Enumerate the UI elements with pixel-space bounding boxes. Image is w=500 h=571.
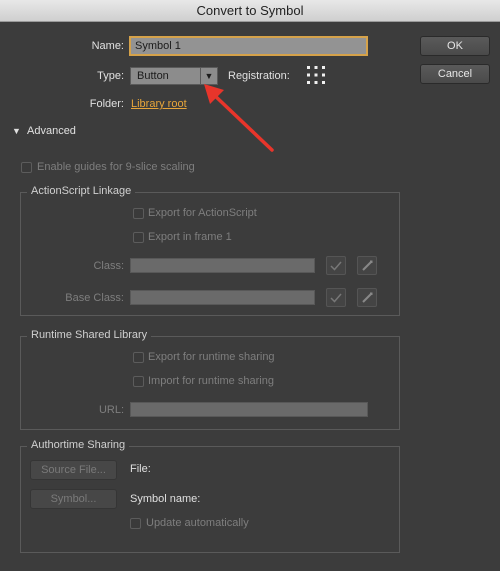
type-select-value: Button (137, 70, 169, 82)
export-actionscript-checkbox[interactable] (133, 208, 144, 219)
url-input[interactable] (130, 402, 368, 417)
base-class-input[interactable] (130, 290, 315, 305)
url-label: URL: (98, 404, 124, 416)
registration-grid[interactable] (306, 65, 326, 85)
class-edit-button[interactable] (357, 256, 377, 275)
type-label: Type: (97, 70, 124, 82)
base-class-label: Base Class: (65, 292, 124, 304)
actionscript-linkage-title: ActionScript Linkage (27, 185, 136, 197)
check-icon (330, 293, 342, 303)
update-automatically-label: Update automatically (146, 517, 249, 529)
export-frame1-checkbox[interactable] (133, 232, 144, 243)
nine-slice-label: Enable guides for 9-slice scaling (37, 161, 195, 173)
convert-to-symbol-dialog: Name: Symbol 1 Type: Button ▼ Registrati… (0, 22, 500, 571)
export-frame1-label: Export in frame 1 (148, 231, 232, 243)
symbol-name-label: Symbol name: (130, 493, 201, 505)
check-icon (330, 261, 342, 271)
update-automatically-checkbox[interactable] (130, 518, 141, 529)
pencil-icon (362, 292, 373, 303)
advanced-label: Advanced (27, 125, 76, 137)
runtime-shared-library-title: Runtime Shared Library (27, 329, 152, 341)
red-arrow-annotation (204, 84, 274, 152)
export-actionscript-label: Export for ActionScript (148, 207, 257, 219)
registration-grid-icon (307, 66, 325, 84)
ok-button[interactable]: OK (420, 36, 490, 56)
pencil-icon (362, 260, 373, 271)
folder-label: Folder: (89, 98, 124, 110)
class-validate-button[interactable] (326, 256, 346, 275)
class-label: Class: (93, 260, 124, 272)
folder-link[interactable]: Library root (131, 98, 187, 110)
import-runtime-checkbox[interactable] (133, 376, 144, 387)
export-runtime-checkbox[interactable] (133, 352, 144, 363)
name-input[interactable]: Symbol 1 (129, 36, 368, 56)
base-class-edit-button[interactable] (357, 288, 377, 307)
import-runtime-label: Import for runtime sharing (148, 375, 274, 387)
file-label: File: (130, 463, 151, 475)
nine-slice-checkbox[interactable] (21, 162, 32, 173)
window-title: Convert to Symbol (0, 0, 500, 22)
name-label: Name: (91, 40, 124, 52)
class-input[interactable] (130, 258, 315, 273)
base-class-validate-button[interactable] (326, 288, 346, 307)
triangle-down-icon: ▼ (12, 126, 21, 136)
source-file-button[interactable]: Source File... (30, 460, 117, 480)
cancel-button[interactable]: Cancel (420, 64, 490, 84)
authortime-sharing-title: Authortime Sharing (27, 439, 130, 451)
export-runtime-label: Export for runtime sharing (148, 351, 275, 363)
symbol-button[interactable]: Symbol... (30, 489, 117, 509)
